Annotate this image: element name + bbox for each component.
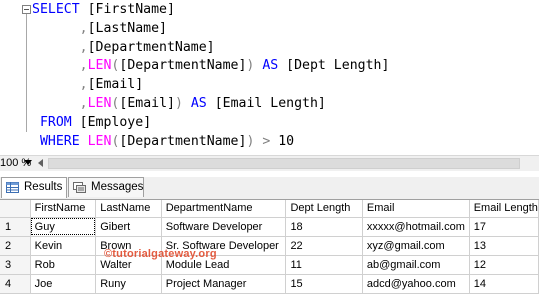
results-tabs: Results Messages [0, 177, 539, 199]
table-cell[interactable]: 18 [285, 217, 363, 237]
code-token: , [79, 20, 88, 36]
editor-gutter [0, 0, 31, 155]
scroll-left-arrow-icon[interactable] [38, 159, 43, 167]
code-token: LEN [87, 58, 112, 74]
code-token: WHERE [39, 133, 80, 149]
code-token: ) [174, 95, 183, 111]
zoom-dropdown-icon[interactable] [24, 160, 32, 165]
code-token: AS [190, 95, 207, 111]
code-token: [Employe] [79, 114, 152, 130]
code-line: ,LEN([Email]) AS [Email Length] [32, 95, 389, 114]
code-token: LEN [87, 95, 112, 111]
table-cell[interactable]: Gibert [95, 217, 162, 237]
column-header[interactable]: FirstName [30, 200, 97, 218]
code-line: WHERE LEN([DepartmentName]) > 10 [32, 133, 389, 152]
code-line: ,LEN([DepartmentName]) AS [Dept Length] [32, 57, 390, 76]
column-header[interactable]: LastName [95, 200, 162, 218]
code-token: [DepartmentName] [119, 133, 247, 149]
tab-messages[interactable]: Messages [68, 177, 144, 197]
table-cell[interactable]: 11 [285, 255, 363, 275]
table-cell[interactable]: Kevin [30, 236, 97, 256]
code-line: ,[LastName] [32, 20, 389, 39]
table-cell[interactable]: 22 [285, 236, 363, 256]
code-line: ,[Email] [32, 76, 389, 95]
header-row: FirstName LastName DepartmentName Dept Leng… [0, 200, 539, 218]
code-token: LEN [87, 133, 112, 149]
table-cell[interactable]: Project Manager [161, 274, 287, 294]
row-number[interactable]: 4 [0, 274, 31, 294]
row-number[interactable]: 3 [0, 255, 31, 275]
code-line: FROM [Employe] [32, 114, 389, 133]
table-cell[interactable]: Runy [95, 274, 162, 294]
code-token: FROM [39, 114, 72, 130]
table-cell[interactable]: xyz@gmail.com [362, 236, 470, 256]
code-token: [LastName] [87, 20, 167, 36]
table-row[interactable]: 2 Kevin Brown Sr. Software Developer 22 xyz@g… [0, 236, 539, 256]
code-token: [Email] [87, 77, 144, 93]
grid-icon [6, 182, 19, 193]
tab-messages-label: Messages [91, 181, 144, 193]
row-number[interactable]: 2 [0, 236, 31, 256]
code-token: [Email Length] [214, 95, 326, 111]
tab-results[interactable]: Results [1, 177, 67, 198]
table-row[interactable]: 4 Joe Runy Project Manager 15 adcd@yahoo.com 1… [0, 274, 539, 294]
row-number[interactable]: 1 [0, 217, 31, 237]
watermark: ©tutorialgateway.org [104, 248, 217, 260]
column-header[interactable]: Dept Length [285, 200, 363, 218]
code-token: 10 [270, 133, 295, 149]
code-token: AS [262, 58, 279, 74]
table-cell[interactable]: 14 [469, 274, 539, 294]
code-line: ,[DepartmentName] [32, 39, 389, 58]
table-cell[interactable]: Joe [30, 274, 97, 294]
tab-results-label: Results [24, 181, 63, 193]
query-editor[interactable]: SELECT [FirstName] ,[LastName] ,[Departm… [0, 0, 539, 155]
code-token: , [79, 39, 88, 55]
scrollbar-thumb[interactable] [48, 158, 520, 169]
table-cell[interactable]: Software Developer [161, 217, 287, 237]
results-grid[interactable]: FirstName LastName DepartmentName Dept Leng… [0, 199, 539, 297]
code-token: [Email] [119, 95, 175, 111]
table-cell[interactable]: 12 [469, 255, 539, 275]
table-row[interactable]: 3 Rob Walter Module Lead 11 ab@gmail.com 12 [0, 255, 539, 275]
collapse-toggle-icon[interactable] [22, 5, 31, 14]
code-token: [DepartmentName] [87, 39, 215, 55]
table-cell[interactable]: Guy [30, 217, 97, 237]
table-cell[interactable]: 15 [285, 274, 363, 294]
table-cell[interactable]: xxxxx@hotmail.com [362, 217, 470, 237]
messages-icon [73, 182, 86, 193]
code-token: , [79, 77, 88, 93]
table-row[interactable]: 1 Guy Gibert Software Developer 18 xxxxx@hotm… [0, 217, 539, 237]
code-token: , [79, 58, 88, 74]
table-cell[interactable]: ab@gmail.com [362, 255, 470, 275]
editor-status-bar: 100 % [0, 155, 539, 171]
row-number-header[interactable] [0, 200, 31, 218]
results-table: FirstName LastName DepartmentName Dept Leng… [0, 200, 539, 294]
table-cell[interactable]: Rob [30, 255, 97, 275]
code-line: SELECT [FirstName] [32, 1, 389, 20]
table-cell[interactable]: 13 [469, 236, 539, 256]
horizontal-scrollbar[interactable] [36, 157, 536, 169]
table-cell[interactable]: adcd@yahoo.com [362, 274, 470, 294]
column-header[interactable]: Email Length [469, 200, 539, 218]
code-token: [DepartmentName] [119, 58, 247, 74]
code-token: [FirstName] [87, 2, 175, 17]
code-token: , [79, 95, 88, 111]
column-header[interactable]: DepartmentName [161, 200, 287, 218]
table-cell[interactable]: 17 [469, 217, 539, 237]
code-token: SELECT [32, 2, 80, 17]
column-header[interactable]: Email [362, 200, 470, 218]
code-token: [Dept Length] [286, 58, 390, 74]
outline-line [26, 14, 27, 132]
sql-code[interactable]: SELECT [FirstName] ,[LastName] ,[Departm… [32, 1, 389, 151]
